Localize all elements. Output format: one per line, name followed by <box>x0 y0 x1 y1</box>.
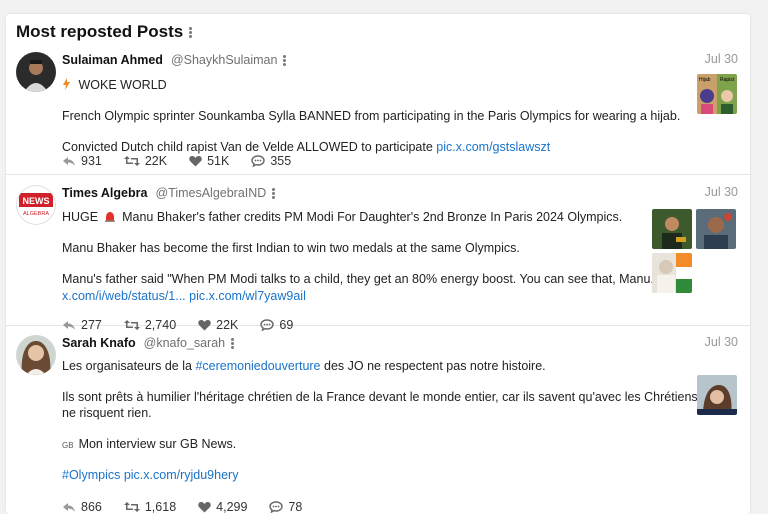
comment-icon <box>251 155 266 167</box>
reply-count[interactable]: 931 <box>62 154 102 168</box>
repost-icon <box>123 502 140 512</box>
post-link-line: x.com/i/web/status/1... pic.x.com/wl7yaw… <box>62 288 306 304</box>
post-text-line: Convicted Dutch child rapist Van de Veld… <box>62 140 551 154</box>
hashtag-link[interactable]: #ceremoniedouverture <box>195 359 320 373</box>
most-reposted-panel: Most reposted Posts Sulaiman Ahmed @Shay… <box>6 14 750 514</box>
svg-text:Hijab: Hijab <box>699 77 711 83</box>
panel-title-text: Most reposted Posts <box>16 22 184 41</box>
heart-icon <box>198 502 211 513</box>
post-text-line: Ils sont prêts à humilier l'héritage chr… <box>62 390 717 404</box>
svg-text:NEWS: NEWS <box>23 196 50 206</box>
post-text-line: GB Mon interview sur GB News. <box>62 437 237 451</box>
comment-count[interactable]: 355 <box>251 154 291 168</box>
hashtag-link[interactable]: #Olympics <box>62 468 120 482</box>
reply-count[interactable]: 277 <box>62 318 102 332</box>
avatar[interactable]: NEWS ALGEBRA <box>16 185 56 225</box>
post-text-line: HUGE Manu Bhaker's father credits PM Mod… <box>62 210 623 224</box>
like-count[interactable]: 4,299 <box>198 500 247 514</box>
post-text-line: Manu Bhaker has become the first Indian … <box>62 241 520 255</box>
post-stats: 277 2,740 22K 69 <box>62 318 315 332</box>
siren-icon <box>102 210 122 224</box>
post-text-line: French Olympic sprinter Sounkamba Sylla … <box>62 109 681 123</box>
post-media-link[interactable]: pic.x.com/wl7yaw9ail <box>189 289 306 303</box>
like-count[interactable]: 22K <box>198 318 238 332</box>
post-text-line: Manu's father said "When PM Modi talks t… <box>62 272 661 286</box>
reply-icon <box>63 156 75 166</box>
repost-count[interactable]: 2,740 <box>123 318 176 332</box>
post-menu-kebab-icon[interactable] <box>231 337 235 349</box>
post-text-line: ne risquent rien. <box>62 406 152 420</box>
post-media-link[interactable]: pic.x.com/ryjdu9hery <box>124 468 239 482</box>
reply-count[interactable]: 866 <box>62 500 102 514</box>
post-menu-kebab-icon[interactable] <box>283 54 287 66</box>
author-name[interactable]: Times Algebra <box>62 186 147 200</box>
status-link[interactable]: x.com/i/web/status/1... <box>62 289 186 303</box>
comment-count[interactable]: 69 <box>260 318 293 332</box>
author-name[interactable]: Sulaiman Ahmed <box>62 53 163 67</box>
post-media-link[interactable]: pic.x.com/gstslawszt <box>436 140 550 154</box>
post-header: Sulaiman Ahmed @ShaykhSulaiman <box>62 52 287 68</box>
repost-count[interactable]: 1,618 <box>123 500 176 514</box>
panel-title: Most reposted Posts <box>16 22 193 42</box>
avatar[interactable] <box>16 335 56 375</box>
avatar[interactable] <box>16 52 56 92</box>
repost-icon <box>123 320 140 330</box>
comment-count[interactable]: 78 <box>269 500 302 514</box>
post-header: Sarah Knafo @knafo_sarah <box>62 335 235 351</box>
post-link-line: #Olympics pic.x.com/ryjdu9hery <box>62 467 238 483</box>
repost-icon <box>123 156 140 166</box>
post-date: Jul 30 <box>704 335 738 349</box>
post-thumbnail[interactable] <box>696 209 736 249</box>
post-header: Times Algebra @TimesAlgebraIND <box>62 185 276 201</box>
post-date: Jul 30 <box>704 185 738 199</box>
svg-text:Rapist: Rapist <box>720 77 735 83</box>
author-name[interactable]: Sarah Knafo <box>62 336 136 350</box>
author-handle[interactable]: @TimesAlgebraIND <box>155 186 266 200</box>
post-thumbnail[interactable]: Hijab Rapist <box>697 74 737 114</box>
post-thumbnail[interactable] <box>652 253 692 293</box>
post-stats: 931 22K 51K 355 <box>62 154 313 168</box>
gb-flag-icon: GB <box>62 441 74 450</box>
heart-icon <box>198 320 211 331</box>
post-thumbnail[interactable] <box>697 375 737 415</box>
post-text-line: WOKE WORLD <box>62 77 167 93</box>
fire-icon <box>62 78 78 92</box>
like-count[interactable]: 51K <box>189 154 229 168</box>
repost-count[interactable]: 22K <box>123 154 167 168</box>
post-card[interactable]: Sulaiman Ahmed @ShaykhSulaiman Jul 30 WO… <box>6 52 750 175</box>
panel-menu-kebab-icon[interactable] <box>189 26 193 38</box>
post-card[interactable]: Sarah Knafo @knafo_sarah Jul 30 Les orga… <box>6 335 750 514</box>
reply-icon <box>63 502 75 512</box>
comment-icon <box>269 501 284 513</box>
post-text-line: Les organisateurs de la #ceremoniedouver… <box>62 359 546 373</box>
post-card[interactable]: NEWS ALGEBRA Times Algebra @TimesAlgebra… <box>6 185 750 332</box>
comment-icon <box>260 319 275 331</box>
author-handle[interactable]: @knafo_sarah <box>144 336 226 350</box>
author-handle[interactable]: @ShaykhSulaiman <box>171 53 278 67</box>
heart-icon <box>189 156 202 167</box>
svg-text:ALGEBRA: ALGEBRA <box>23 211 49 217</box>
reply-icon <box>63 320 75 330</box>
post-menu-kebab-icon[interactable] <box>272 187 276 199</box>
post-date: Jul 30 <box>704 52 738 66</box>
post-thumbnail[interactable] <box>652 209 692 249</box>
post-stats: 866 1,618 4,299 78 <box>62 500 324 514</box>
